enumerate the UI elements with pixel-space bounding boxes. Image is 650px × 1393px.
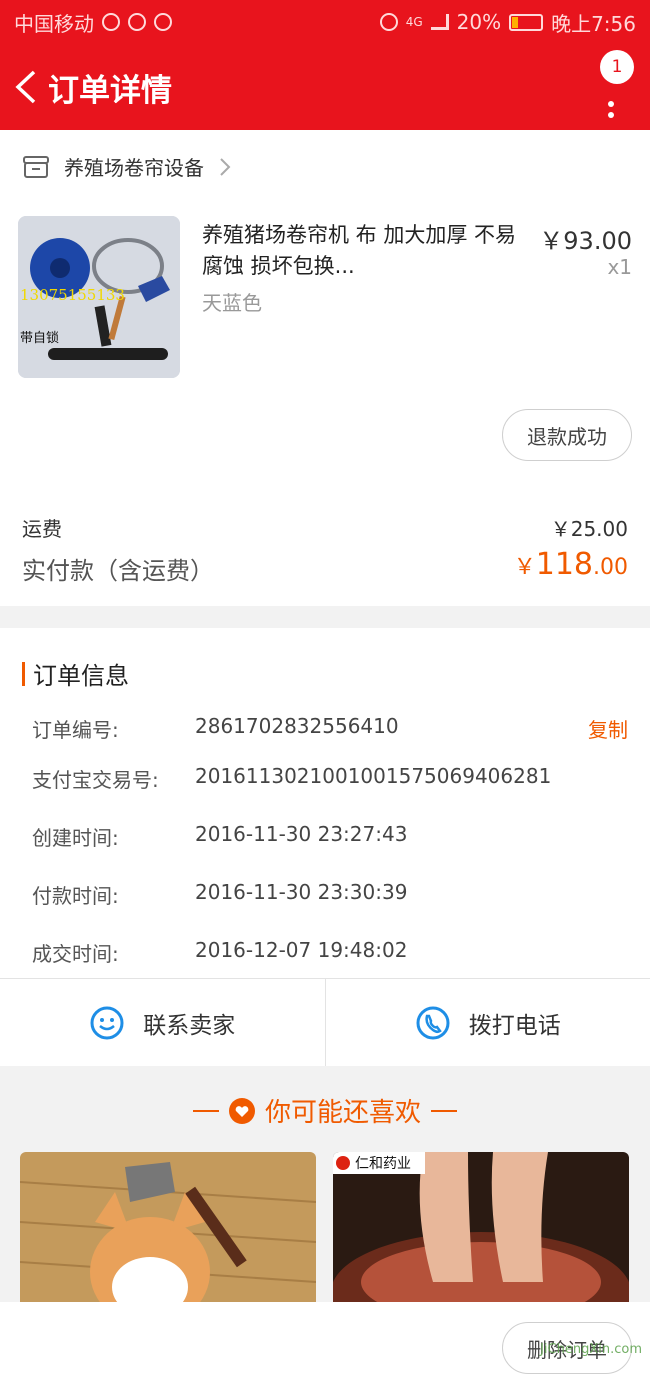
shipping-value: ￥25.00	[550, 517, 628, 541]
contact-seller-label: 联系卖家	[143, 1012, 236, 1039]
deal-time-label: 成交时间:	[32, 942, 119, 966]
recommend-brand: 仁和药业	[355, 1156, 411, 1172]
paid-currency: ￥	[513, 555, 536, 580]
copy-button[interactable]: 复制	[588, 714, 628, 743]
phone-icon	[416, 1006, 450, 1039]
recommend-item-right[interactable]: 仁和药业	[333, 1152, 629, 1312]
more-dot-icon	[608, 112, 614, 118]
time-text: 晚上7:56	[551, 11, 636, 36]
signal-icon	[430, 14, 449, 30]
heart-icon	[228, 1097, 255, 1124]
order-number-value: 2861702832556410	[195, 714, 399, 738]
bottom-bar: 删除订单 JiChengXin.com	[0, 1302, 650, 1393]
recommend-image-foot-bath: 仁和药业	[333, 1152, 629, 1312]
top-bar: 中国移动 4G 20% 晚上7:56 订单详情 1	[0, 0, 650, 130]
product-photo: 13075155133 带自锁	[18, 216, 180, 378]
paid-time-value: 2016-11-30 23:30:39	[195, 880, 408, 904]
chevron-left-icon	[15, 70, 36, 104]
contact-actions: 联系卖家 拨打电话	[0, 979, 650, 1066]
recommend-image-dog	[20, 1152, 316, 1312]
store-icon	[23, 155, 49, 178]
product-name[interactable]: 养殖猪场卷帘机 布 加大加厚 不易腐蚀 损坏包换...	[202, 220, 532, 282]
order-info-card: 订单信息 订单编号: 2861702832556410 复制 支付宝交易号: 2…	[0, 628, 650, 1066]
back-button[interactable]	[4, 65, 48, 109]
created-time-value: 2016-11-30 23:27:43	[195, 822, 408, 846]
alipay-trade-label: 支付宝交易号:	[32, 768, 159, 792]
carrier-text: 中国移动	[14, 11, 94, 36]
paid-decimal: .00	[593, 555, 628, 580]
decor-line	[431, 1109, 457, 1112]
paid-integer: 118	[535, 547, 593, 582]
shipping-label: 运费	[22, 517, 62, 541]
paid-label: 实付款（含运费）	[22, 557, 214, 585]
battery-icon	[509, 13, 544, 31]
order-card: 养殖场卷帘设备 13075155133 带自锁 养殖猪场卷帘机 布 加大加厚 不…	[0, 130, 650, 606]
chevron-right-icon	[220, 157, 231, 176]
call-phone-label: 拨打电话	[468, 1012, 561, 1039]
paid-amount: ￥118.00	[514, 547, 628, 582]
header: 订单详情 1	[0, 44, 650, 130]
product-image[interactable]: 13075155133 带自锁	[18, 216, 180, 378]
refund-status-button[interactable]: 退款成功	[502, 409, 632, 461]
alipay-trade-value: 2016113021001001575069406281	[195, 764, 552, 788]
battery-text: 20%	[456, 10, 502, 34]
call-phone-button[interactable]: 拨打电话	[324, 979, 650, 1066]
chat-bubble-icon	[90, 1006, 124, 1039]
network-text: 4G	[405, 15, 423, 29]
shop-link[interactable]: 养殖场卷帘设备	[22, 152, 232, 181]
order-number-label: 订单编号:	[32, 718, 119, 742]
recommend-item-left[interactable]	[20, 1152, 316, 1312]
product-image-caption: 带自锁	[20, 330, 59, 346]
eye-icon	[379, 13, 398, 31]
status-bar: 中国移动 4G 20% 晚上7:56	[0, 0, 650, 44]
paid-time-label: 付款时间:	[32, 884, 119, 908]
product-image-number: 13075155133	[20, 286, 125, 304]
deal-time-value: 2016-12-07 19:48:02	[195, 938, 408, 962]
order-info-title: 订单信息	[33, 662, 129, 690]
order-info-heading: 订单信息	[22, 656, 129, 691]
contact-seller-button[interactable]: 联系卖家	[0, 979, 325, 1066]
more-dot-icon	[608, 101, 614, 107]
notification-badge: 1	[600, 50, 634, 84]
section-marker	[22, 661, 25, 686]
wechat-icon	[154, 13, 172, 31]
alert-icon	[128, 13, 146, 31]
created-time-label: 创建时间:	[32, 826, 119, 850]
recommend-heading: 你可能还喜欢	[0, 1092, 650, 1129]
shop-name: 养殖场卷帘设备	[64, 156, 204, 180]
watermark-text: JiChengXin.com	[540, 1342, 642, 1357]
recommend-title: 你可能还喜欢	[264, 1098, 421, 1128]
page-title: 订单详情	[48, 72, 172, 109]
decor-line	[192, 1109, 219, 1112]
weibo-icon	[102, 13, 120, 31]
product-quantity: x1	[607, 255, 632, 279]
product-price: ￥93.00	[539, 227, 632, 255]
product-variant: 天蓝色	[202, 291, 262, 315]
